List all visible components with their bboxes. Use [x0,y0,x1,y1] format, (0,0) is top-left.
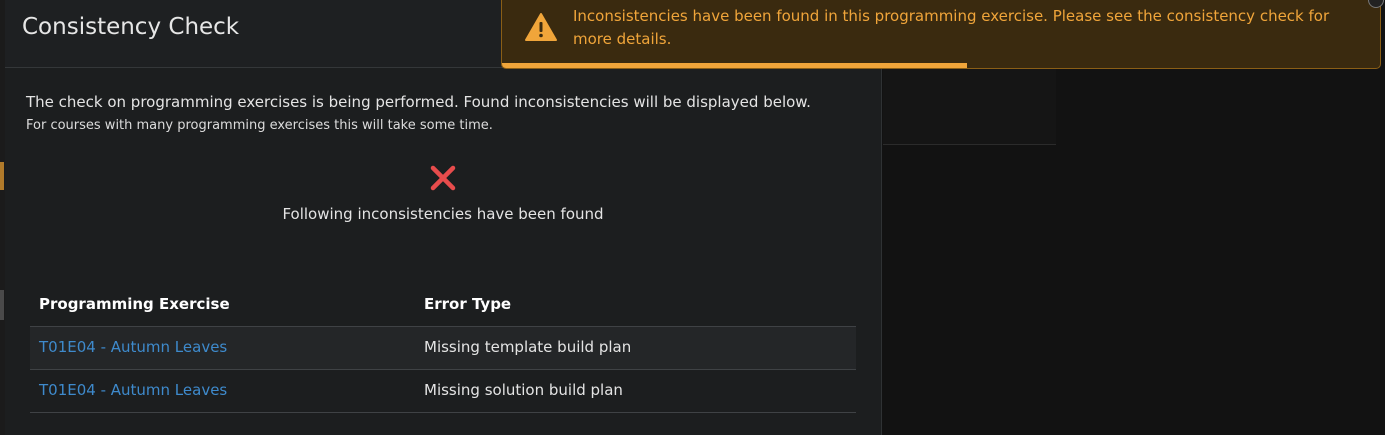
exercise-link[interactable]: T01E04 - Autumn Leaves [39,338,227,356]
background-accent-marker [0,162,4,190]
column-header-exercise: Programming Exercise [39,295,230,313]
background-panel [883,68,1056,145]
x-mark-icon [430,165,456,191]
inconsistencies-table: Programming Exercise Error Type T01E04 -… [30,283,856,413]
intro-note: For courses with many programming exerci… [26,118,493,133]
error-type-cell: Missing template build plan [424,338,632,356]
toast-progress-bar [502,63,968,68]
table-header: Programming Exercise Error Type [30,283,856,327]
status-text: Following inconsistencies have been foun… [282,205,604,223]
error-type-cell: Missing solution build plan [424,381,623,399]
table-row: T01E04 - Autumn Leaves Missing solution … [30,370,856,413]
column-header-error-type: Error Type [424,295,512,313]
table-row: T01E04 - Autumn Leaves Missing template … [30,327,856,370]
toast-message: Inconsistencies have been found in this … [573,7,1330,48]
exercise-link[interactable]: T01E04 - Autumn Leaves [39,381,227,399]
background-marker [0,290,4,320]
modal-title: Consistency Check [22,14,240,40]
intro-text: The check on programming exercises is be… [26,93,811,111]
warning-triangle-icon [525,13,557,41]
warning-toast[interactable]: Inconsistencies have been found in this … [501,0,1381,69]
